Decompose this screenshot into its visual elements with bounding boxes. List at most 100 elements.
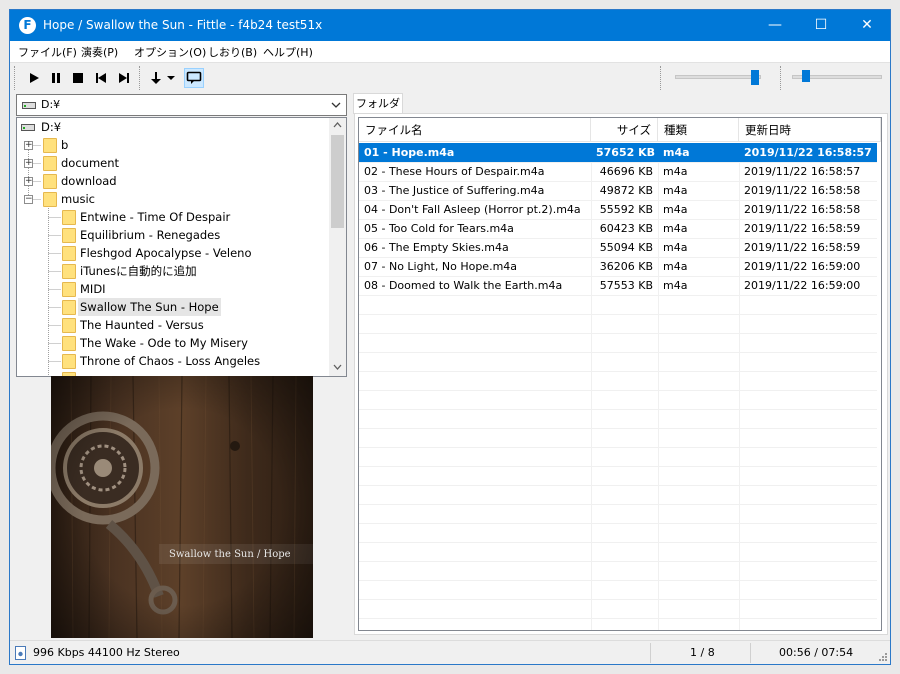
play-order-dropdown[interactable] — [165, 68, 177, 88]
track-type: m4a — [663, 165, 688, 178]
track-date: 2019/11/22 16:58:59 — [744, 241, 861, 254]
track-filename: 05 - Too Cold for Tears.m4a — [364, 222, 514, 235]
chevron-down-icon — [167, 75, 175, 80]
file-list-panel: ファイル名 サイズ 種類 更新日時 01 - Hope.m4a 57652 KB… — [354, 113, 888, 635]
folder-icon — [62, 300, 76, 315]
track-row[interactable]: 05 - Too Cold for Tears.m4a 60423 KB m4a… — [359, 219, 877, 238]
track-filename: 04 - Don't Fall Asleep (Horror pt.2).m4a — [364, 203, 581, 216]
column-header-filename[interactable]: ファイル名 — [359, 118, 591, 142]
tree-item-swallow-the-sun[interactable]: Swallow The Sun - Hope — [78, 298, 221, 316]
close-button[interactable]: ✕ — [844, 10, 890, 41]
menu-play[interactable]: 演奏(P) — [81, 44, 118, 60]
track-row[interactable]: 07 - No Light, No Hope.m4a 36206 KB m4a … — [359, 257, 877, 276]
tree-item-fleshgod[interactable]: Fleshgod Apocalypse - Veleno — [80, 244, 252, 262]
tree-item-midi[interactable]: MIDI — [80, 280, 106, 298]
pause-button[interactable] — [46, 68, 66, 88]
fittle-window: F Hope / Swallow the Sun - Fittle - f4b2… — [9, 9, 891, 665]
folder-open-icon — [43, 192, 57, 207]
previous-button[interactable] — [91, 68, 111, 88]
track-row[interactable]: 01 - Hope.m4a 57652 KB m4a 2019/11/22 16… — [359, 143, 877, 162]
expand-toggle-b[interactable]: + — [24, 141, 33, 150]
seek-thumb[interactable] — [801, 70, 810, 82]
status-track-position: 1 / 8 — [690, 646, 715, 659]
track-row[interactable]: 06 - The Empty Skies.m4a 55094 KB m4a 20… — [359, 238, 877, 257]
stop-button[interactable] — [68, 68, 88, 88]
play-icon — [30, 73, 39, 83]
repeat-icon — [186, 71, 202, 84]
status-divider — [750, 643, 751, 663]
track-size: 57652 KB — [596, 146, 656, 159]
track-row[interactable]: 03 - The Justice of Suffering.m4a 49872 … — [359, 181, 877, 200]
folder-icon — [43, 156, 57, 171]
chevron-up-icon[interactable] — [333, 122, 342, 128]
tree-item-equilibrium[interactable]: Equilibrium - Renegades — [80, 226, 220, 244]
minimize-button[interactable]: — — [752, 10, 798, 41]
column-header-size[interactable]: サイズ — [591, 118, 658, 142]
tree-root-label: D:¥ — [41, 120, 62, 134]
window-title: Hope / Swallow the Sun - Fittle - f4b24 … — [43, 18, 323, 32]
tab-folder[interactable]: フォルダ — [353, 93, 403, 114]
menu-options[interactable]: オプション(O) — [134, 44, 206, 60]
play-button[interactable] — [24, 68, 44, 88]
menu-bar: ファイル(F) 演奏(P) オプション(O) しおり(B) ヘルプ(H) — [10, 41, 890, 62]
track-row[interactable]: 02 - These Hours of Despair.m4a 46696 KB… — [359, 162, 877, 181]
column-header-date[interactable]: 更新日時 — [739, 118, 881, 142]
toolbar-grip[interactable] — [14, 66, 17, 90]
track-size: 55592 KB — [599, 203, 653, 216]
app-icon: F — [19, 17, 36, 34]
folder-icon — [62, 354, 76, 369]
folder-icon — [43, 138, 57, 153]
chevron-down-icon — [331, 102, 341, 108]
tree-item-download[interactable]: download — [61, 172, 117, 190]
repeat-button[interactable] — [184, 68, 204, 88]
tree-item-the-wake[interactable]: The Wake - Ode to My Misery — [80, 334, 248, 352]
column-header-type[interactable]: 種類 — [658, 118, 739, 142]
track-filename: 06 - The Empty Skies.m4a — [364, 241, 509, 254]
next-button[interactable] — [114, 68, 134, 88]
tree-scrollbar-thumb[interactable] — [331, 135, 344, 228]
track-type: m4a — [663, 241, 688, 254]
play-order-button[interactable] — [146, 68, 166, 88]
folder-icon — [62, 336, 76, 351]
title-bar[interactable]: F Hope / Swallow the Sun - Fittle - f4b2… — [10, 10, 890, 41]
expand-toggle-download[interactable]: + — [24, 177, 33, 186]
track-filename: 03 - The Justice of Suffering.m4a — [364, 184, 545, 197]
track-date: 2019/11/22 16:59:00 — [744, 279, 861, 292]
tree-scrollbar[interactable] — [329, 118, 346, 376]
tree-item-throne-of-chaos[interactable]: Throne of Chaos - Loss Angeles — [80, 352, 260, 370]
menu-file[interactable]: ファイル(F) — [18, 44, 77, 60]
seek-grip[interactable] — [780, 66, 783, 90]
tree-item-the-haunted[interactable]: The Haunted - Versus — [80, 316, 204, 334]
menu-help[interactable]: ヘルプ(H) — [263, 44, 313, 60]
file-list[interactable]: ファイル名 サイズ 種類 更新日時 01 - Hope.m4a 57652 KB… — [358, 117, 882, 631]
tree-item-document[interactable]: document — [61, 154, 119, 172]
tree-item-entwine[interactable]: Entwine - Time Of Despair — [80, 208, 230, 226]
track-size: 36206 KB — [599, 260, 653, 273]
volume-grip[interactable] — [660, 66, 663, 90]
track-size: 60423 KB — [599, 222, 653, 235]
tree-item-b[interactable]: b — [61, 136, 68, 154]
tree-item-itunes[interactable]: iTunesに自動的に追加 — [80, 262, 197, 280]
expand-toggle-document[interactable]: + — [24, 159, 33, 168]
menu-bookmarks[interactable]: しおり(B) — [208, 44, 257, 60]
expand-toggle-music[interactable]: − — [24, 195, 33, 204]
folder-tree[interactable]: D:¥ + b + document + download − music En… — [16, 117, 347, 377]
tree-item-music[interactable]: music — [61, 190, 95, 208]
track-filename: 07 - No Light, No Hope.m4a — [364, 260, 518, 273]
track-row[interactable]: 08 - Doomed to Walk the Earth.m4a 57553 … — [359, 276, 877, 295]
resize-grip-icon[interactable] — [878, 652, 888, 662]
folder-icon — [62, 264, 76, 279]
track-type: m4a — [663, 222, 688, 235]
chevron-down-icon[interactable] — [333, 364, 342, 370]
track-row[interactable]: 04 - Don't Fall Asleep (Horror pt.2).m4a… — [359, 200, 877, 219]
status-bar: 996 Kbps 44100 Hz Stereo 1 / 8 00:56 / 0… — [10, 640, 890, 664]
maximize-button[interactable]: ☐ — [798, 10, 844, 41]
drive-select[interactable]: D:¥ — [16, 94, 347, 116]
status-audio-info: 996 Kbps 44100 Hz Stereo — [33, 646, 180, 659]
album-cover-title: Swallow the Sun / Hope — [169, 549, 291, 560]
down-arrow-icon — [151, 72, 161, 84]
track-size: 46696 KB — [599, 165, 653, 178]
volume-track[interactable] — [675, 75, 761, 79]
next-icon — [119, 73, 129, 83]
volume-thumb[interactable] — [750, 70, 759, 85]
